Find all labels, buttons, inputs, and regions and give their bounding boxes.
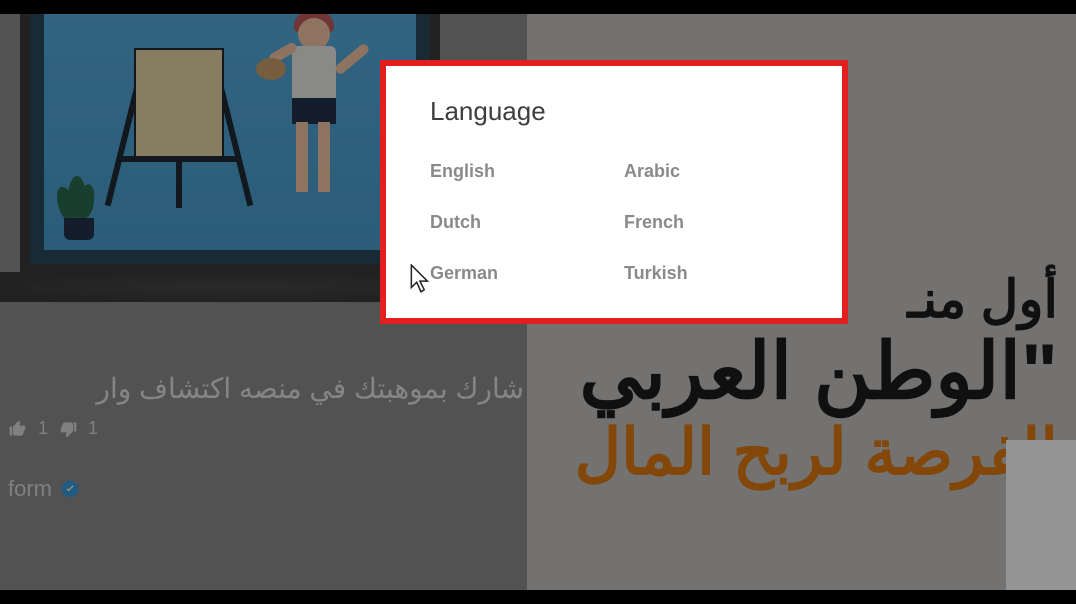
thumbs-up-icon[interactable] — [8, 419, 28, 439]
thumbs-down-icon[interactable] — [58, 419, 78, 439]
letterbox-top — [0, 0, 1076, 14]
language-option-french[interactable]: French — [624, 212, 798, 233]
painter-figure-icon — [254, 18, 374, 228]
language-option-german[interactable]: German — [430, 263, 604, 284]
verified-badge-icon — [60, 479, 80, 499]
video-title[interactable]: شارك بموهبتك في منصه اكتشاف وار — [0, 372, 530, 405]
language-modal-title: Language — [430, 96, 798, 127]
thumbnail-illustration — [44, 14, 416, 250]
bottom-right-panel — [1006, 440, 1076, 590]
plant-icon — [54, 180, 104, 240]
video-thumbnail[interactable] — [20, 14, 440, 274]
headline-line-2: "الوطن العربي — [575, 332, 1058, 410]
language-option-turkish[interactable]: Turkish — [624, 263, 798, 284]
language-modal: Language English Arabic Dutch French Ger… — [380, 60, 848, 324]
like-count: 1 — [38, 418, 48, 439]
headline-line-3: الفرصة لربح المال — [575, 420, 1058, 484]
language-option-dutch[interactable]: Dutch — [430, 212, 604, 233]
video-stats-row: 1 1 — [8, 418, 98, 439]
channel-name-fragment: form — [8, 476, 52, 502]
easel-icon — [114, 38, 244, 218]
language-option-arabic[interactable]: Arabic — [624, 161, 798, 182]
dislike-count: 1 — [88, 418, 98, 439]
language-option-english[interactable]: English — [430, 161, 604, 182]
language-options-grid: English Arabic Dutch French German Turki… — [430, 161, 798, 284]
letterbox-bottom — [0, 590, 1076, 604]
channel-row[interactable]: form — [8, 476, 80, 502]
